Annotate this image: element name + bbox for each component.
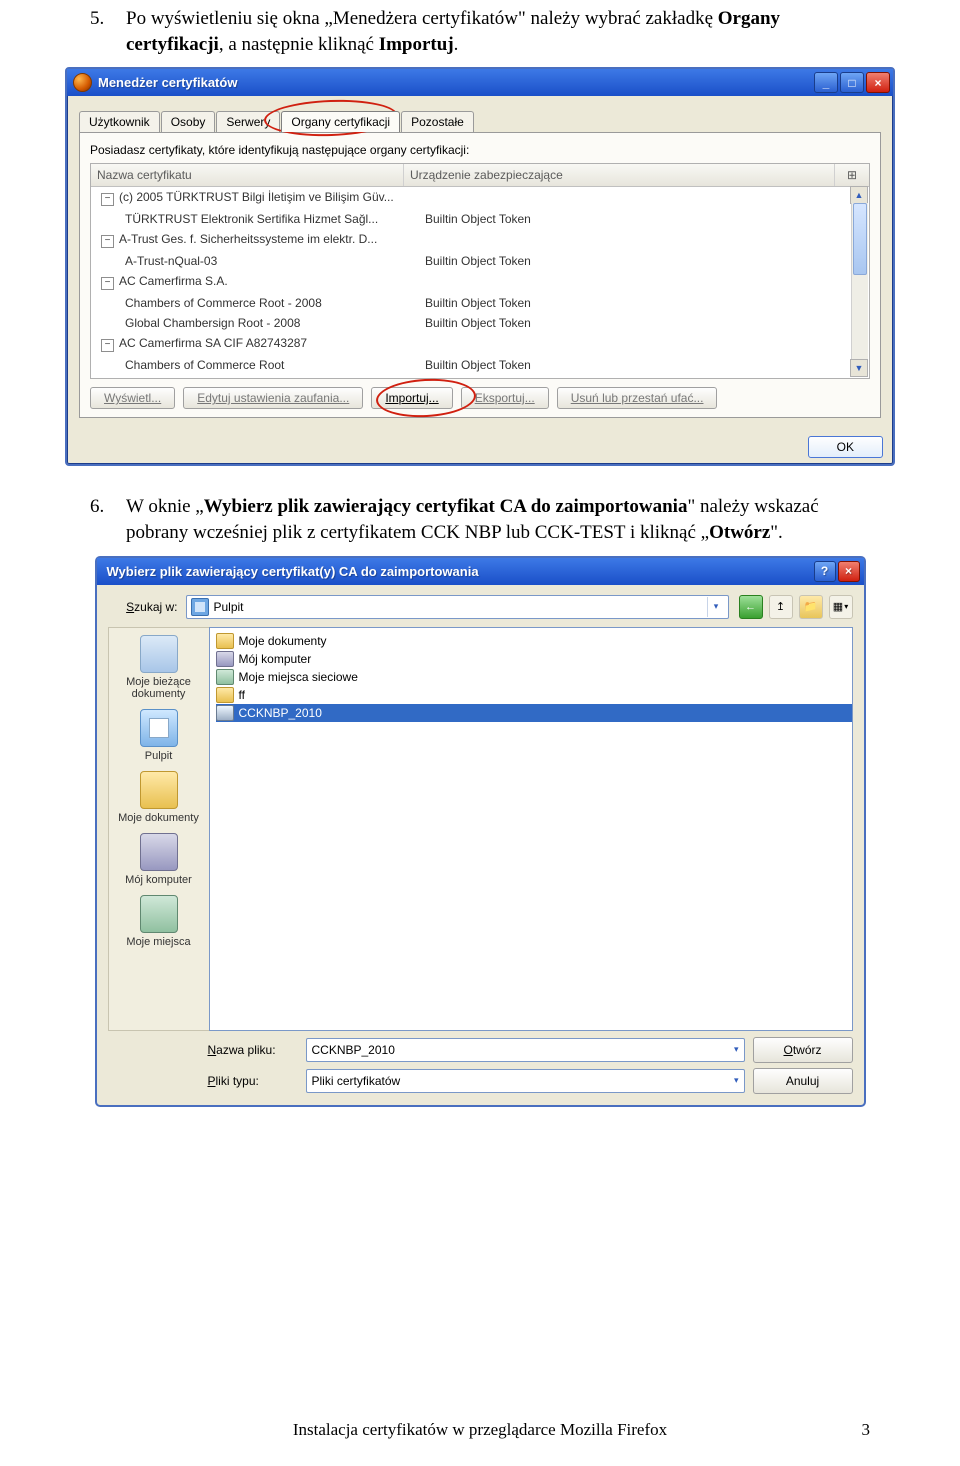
place-recent[interactable]: Moje bieżące dokumenty [110,632,208,703]
place-network[interactable]: Moje miejsca [110,892,208,951]
nav-newfolder-button[interactable]: 📁 [799,595,823,619]
lookin-label: Szukaj w: [108,600,178,614]
list-item[interactable]: Mój komputer [216,650,852,668]
file-dialog-window: Wybierz plik zawierający certyfikat(y) C… [95,556,866,1107]
col-device[interactable]: Urządzenie zabezpieczające [404,164,835,186]
collapse-icon[interactable]: − [101,277,114,290]
scroll-down-button[interactable]: ▼ [850,359,868,377]
tab-servers[interactable]: Serwery [216,111,280,132]
cancel-button[interactable]: Anuluj [753,1068,853,1094]
network-icon [140,895,178,933]
recent-icon [140,635,178,673]
table-row[interactable]: A-Trust-nQual-03Builtin Object Token [91,251,869,271]
import-button[interactable]: Importuj... [371,387,452,409]
scrollbar-thumb[interactable] [853,203,867,275]
step6-number: 6. [90,494,126,545]
maximize-button[interactable]: □ [840,72,864,93]
filetype-combobox[interactable]: Pliki certyfikatów▾ [306,1069,745,1093]
computer-icon [216,651,234,667]
list-item[interactable]: Moje dokumenty [216,632,852,650]
col-picker[interactable]: ⊞ [835,164,869,186]
folder-icon [216,633,234,649]
tab-other[interactable]: Pozostałe [401,111,474,132]
collapse-icon[interactable]: − [101,235,114,248]
scrollbar-track[interactable] [851,203,868,360]
list-item[interactable]: ff [216,686,852,704]
cert-table[interactable]: Nazwa certyfikatu Urządzenie zabezpiecza… [90,163,870,379]
tabs-row: Użytkownik Osoby Serwery Organy certyfik… [79,108,881,132]
view-button[interactable]: Wyświetl... [90,387,175,409]
documents-icon [140,771,178,809]
titlebar[interactable]: Wybierz plik zawierający certyfikat(y) C… [97,558,864,585]
nav-back-button[interactable]: ← [739,595,763,619]
step5-number: 5. [90,6,126,57]
computer-icon [140,833,178,871]
chevron-down-icon[interactable]: ▾ [707,597,725,617]
close-button[interactable]: × [838,561,860,582]
desktop-icon [191,598,209,616]
table-row[interactable]: TÜRKTRUST Elektronik Sertifika Hizmet Sa… [91,209,869,229]
chevron-down-icon[interactable]: ▾ [734,1075,739,1086]
table-header[interactable]: Nazwa certyfikatu Urządzenie zabezpiecza… [91,164,869,187]
table-row[interactable]: Global Chambersign Root - 2008Builtin Ob… [91,313,869,333]
close-button[interactable]: × [866,72,890,93]
tab-people[interactable]: Osoby [161,111,216,132]
filename-input[interactable]: CCKNBP_2010▾ [306,1038,745,1062]
tab-authorities[interactable]: Organy certyfikacji [281,111,400,132]
help-button[interactable]: ? [814,561,836,582]
table-body[interactable]: −(c) 2005 TÜRKTRUST Bilgi İletişim ve Bi… [91,187,869,379]
window-title: Menedżer certyfikatów [98,75,812,90]
cert-manager-window: Menedżer certyfikatów _ □ × Użytkownik O… [65,67,895,466]
table-row[interactable]: −AC Camerfirma SA CIF A82743287 [91,333,869,355]
tab-user[interactable]: Użytkownik [79,111,160,132]
certificate-icon [216,705,234,721]
page-footer: Instalacja certyfikatów w przeglądarce M… [0,1420,960,1440]
info-text: Posiadasz certyfikaty, które identyfikuj… [90,143,870,157]
nav-up-button[interactable]: ↥ [769,595,793,619]
file-list[interactable]: Moje dokumenty Mój komputer Moje miejsca… [209,627,853,1031]
table-row[interactable]: Chambers of Commerce Root - 2008Builtin … [91,293,869,313]
places-bar: Moje bieżące dokumenty Pulpit Moje dokum… [108,627,209,1031]
place-documents[interactable]: Moje dokumenty [110,768,208,827]
step5-text: Po wyświetleniu się okna „Menedżera cert… [126,6,870,57]
table-row[interactable]: −AC Camerfirma S.A. [91,271,869,293]
footer-text: Instalacja certyfikatów w przeglądarce M… [293,1420,667,1440]
col-name[interactable]: Nazwa certyfikatu [91,164,404,186]
page-number: 3 [862,1420,871,1440]
lookin-combobox[interactable]: Pulpit ▾ [186,595,729,619]
list-item[interactable]: Moje miejsca sieciowe [216,668,852,686]
titlebar[interactable]: Menedżer certyfikatów _ □ × [67,69,893,96]
window-title: Wybierz plik zawierający certyfikat(y) C… [107,564,479,579]
lookin-value: Pulpit [214,600,244,614]
scroll-up-button[interactable]: ▲ [850,186,868,204]
nav-view-button[interactable]: ▦▾ [829,595,853,619]
step6-text: W oknie „Wybierz plik zawierający certyf… [126,494,870,545]
delete-button[interactable]: Usuń lub przestań ufać... [557,387,718,409]
filetype-label: Pliki typu: [208,1074,298,1088]
button-row: Wyświetl... Edytuj ustawienia zaufania..… [90,387,870,409]
filename-label: Nazwa pliku: [208,1043,298,1057]
edit-trust-button[interactable]: Edytuj ustawienia zaufania... [183,387,363,409]
collapse-icon[interactable]: − [101,339,114,352]
export-button[interactable]: Eksportuj... [461,387,549,409]
table-row[interactable]: −A-Trust Ges. f. Sicherheitssysteme im e… [91,229,869,251]
minimize-button[interactable]: _ [814,72,838,93]
place-computer[interactable]: Mój komputer [110,830,208,889]
collapse-icon[interactable]: − [101,193,114,206]
desktop-icon [140,709,178,747]
open-button[interactable]: Otwórz [753,1037,853,1063]
place-desktop[interactable]: Pulpit [110,706,208,765]
table-row[interactable]: −(c) 2005 TÜRKTRUST Bilgi İletişim ve Bi… [91,187,869,209]
list-item[interactable]: CCKNBP_2010 [216,704,852,722]
chevron-down-icon[interactable]: ▾ [734,1044,739,1055]
network-icon [216,669,234,685]
ok-button[interactable]: OK [808,436,883,458]
firefox-icon [73,73,92,92]
folder-icon [216,687,234,703]
table-row[interactable]: Global Chambersign RootBuiltin Object To… [91,375,869,379]
table-row[interactable]: Chambers of Commerce RootBuiltin Object … [91,355,869,375]
